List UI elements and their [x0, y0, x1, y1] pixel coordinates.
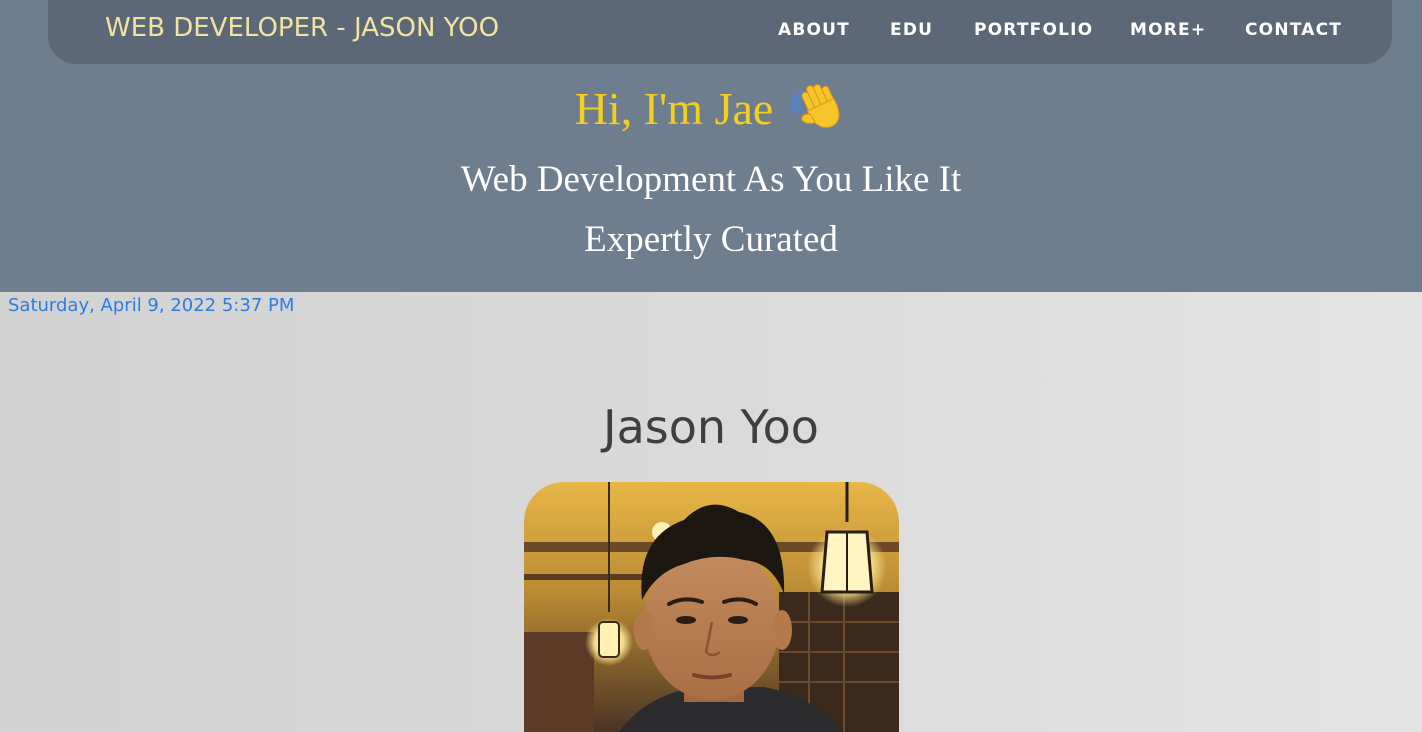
hero-banner: WEB DEVELOPER - JASON YOO ABOUT EDU PORT… — [0, 0, 1422, 292]
nav-link-about[interactable]: ABOUT — [778, 20, 850, 40]
profile-photo — [524, 482, 899, 732]
brand-title[interactable]: WEB DEVELOPER - JASON YOO — [105, 13, 499, 43]
top-navbar: WEB DEVELOPER - JASON YOO ABOUT EDU PORT… — [48, 0, 1392, 64]
current-datetime: Saturday, April 9, 2022 5:37 PM — [8, 295, 295, 316]
nav-link-more[interactable]: MORE+ — [1130, 20, 1206, 40]
nav-link-contact[interactable]: CONTACT — [1245, 20, 1342, 40]
nav-link-edu[interactable]: EDU — [890, 20, 933, 40]
tagline-line-2: Expertly Curated — [584, 219, 838, 260]
profile-name: Jason Yoo — [603, 400, 819, 454]
greeting-heading: Hi, I'm Jae — [0, 82, 1422, 141]
tagline-line-1: Web Development As You Like It — [460, 159, 962, 200]
greeting-text: Hi, I'm Jae — [574, 83, 774, 134]
nav-link-portfolio[interactable]: PORTFOLIO — [974, 20, 1093, 40]
waving-hand-icon — [791, 79, 847, 135]
